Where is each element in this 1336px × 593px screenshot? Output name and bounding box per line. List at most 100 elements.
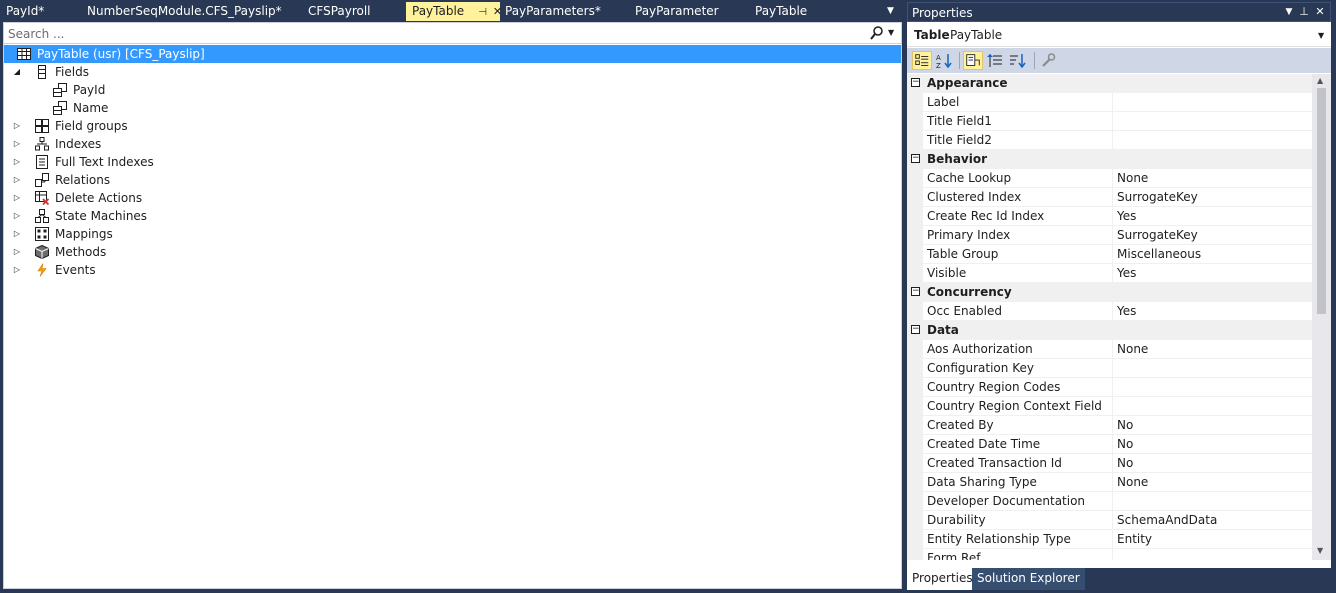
collapse-category-icon[interactable]: − xyxy=(911,78,920,87)
property-row[interactable]: Created Transaction Id No xyxy=(907,454,1312,473)
scrollbar-thumb[interactable] xyxy=(1317,88,1326,314)
property-row[interactable]: Create Rec Id Index Yes xyxy=(907,207,1312,226)
property-row[interactable]: Label xyxy=(907,93,1312,112)
alphabetical-icon[interactable]: A Z xyxy=(934,51,954,70)
delete-actions-icon xyxy=(35,191,49,205)
tree-node-methods[interactable]: ▷ Methods xyxy=(4,243,901,261)
tab-paytable[interactable]: PayTable xyxy=(749,2,807,21)
property-row[interactable]: Durability SchemaAndData xyxy=(907,511,1312,530)
collapse-category-icon[interactable]: − xyxy=(911,325,920,334)
property-grid-scrollbar[interactable]: ▲ ▼ xyxy=(1312,74,1331,560)
tree-node-relations[interactable]: ▷ Relations xyxy=(4,171,901,189)
wrench-icon[interactable] xyxy=(1038,51,1058,70)
document-tab-strip: PayId* NumberSeqModule.CFS_Payslip* CFSP… xyxy=(0,0,904,22)
expand-arrow-icon[interactable]: ▷ xyxy=(12,243,22,261)
tree-node-field-payid[interactable]: PayId xyxy=(4,81,901,99)
property-row[interactable]: Visible Yes xyxy=(907,264,1312,283)
tree-node-mappings[interactable]: ▷ Mappings xyxy=(4,225,901,243)
scroll-up-icon[interactable]: ▲ xyxy=(1317,76,1323,85)
property-row[interactable]: Table Group Miscellaneous xyxy=(907,245,1312,264)
expand-arrow-icon[interactable]: ▷ xyxy=(12,117,22,135)
collapse-arrow-icon[interactable]: ◢ xyxy=(12,63,22,81)
tab-payparameter[interactable]: PayParameter xyxy=(629,2,719,21)
scroll-down-icon[interactable]: ▼ xyxy=(1317,546,1323,555)
expand-all-icon[interactable] xyxy=(985,51,1005,70)
tab-properties[interactable]: Properties xyxy=(907,568,978,590)
properties-title-bar: Properties ▼ ⊥ ✕ xyxy=(907,2,1331,22)
search-options-dropdown-icon[interactable]: ▼ xyxy=(888,28,894,37)
svg-text:Z: Z xyxy=(936,62,941,70)
property-row[interactable]: Clustered Index SurrogateKey xyxy=(907,188,1312,207)
events-icon xyxy=(37,263,47,277)
property-row[interactable]: Occ Enabled Yes xyxy=(907,302,1312,321)
category-behavior[interactable]: − Behavior xyxy=(907,150,1312,169)
close-panel-icon[interactable]: ✕ xyxy=(1313,5,1327,18)
tab-overflow-dropdown-icon[interactable]: ▼ xyxy=(887,6,894,16)
expand-arrow-icon[interactable]: ▷ xyxy=(12,135,22,153)
panel-bottom-tabs: Properties Solution Explorer xyxy=(907,568,1331,590)
category-appearance[interactable]: − Appearance xyxy=(907,74,1312,93)
tab-payid[interactable]: PayId* xyxy=(0,2,44,21)
property-row[interactable]: Country Region Context Field xyxy=(907,397,1312,416)
property-row[interactable]: Primary Index SurrogateKey xyxy=(907,226,1312,245)
string-field-icon xyxy=(53,101,67,115)
property-row[interactable]: Configuration Key xyxy=(907,359,1312,378)
pin-icon[interactable]: ⊣ xyxy=(478,4,487,22)
property-row[interactable]: Aos Authorization None xyxy=(907,340,1312,359)
properties-view-icon[interactable] xyxy=(963,51,983,70)
property-row[interactable]: Developer Documentation xyxy=(907,492,1312,511)
sort-icon[interactable] xyxy=(1007,51,1027,70)
tree-node-field-groups[interactable]: ▷ Field groups xyxy=(4,117,901,135)
property-row[interactable]: Country Region Codes xyxy=(907,378,1312,397)
object-selector-dropdown-icon[interactable]: ▼ xyxy=(1318,31,1324,40)
property-row[interactable]: Cache Lookup None xyxy=(907,169,1312,188)
property-row[interactable]: Entity Relationship Type Entity xyxy=(907,530,1312,549)
property-grid: − Appearance Label Title Field1 Title Fi… xyxy=(907,74,1312,560)
expand-arrow-icon[interactable]: ▷ xyxy=(12,225,22,243)
tree-node-events[interactable]: ▷ Events xyxy=(4,261,901,279)
search-input[interactable] xyxy=(8,25,848,42)
svg-text:A: A xyxy=(936,54,941,62)
category-concurrency[interactable]: − Concurrency xyxy=(907,283,1312,302)
tree-node-fields[interactable]: ◢ Fields xyxy=(4,63,901,81)
category-data[interactable]: − Data xyxy=(907,321,1312,340)
tree-node-full-text-indexes[interactable]: ▷ Full Text Indexes xyxy=(4,153,901,171)
property-row[interactable]: Title Field2 xyxy=(907,131,1312,150)
expand-arrow-icon[interactable]: ▷ xyxy=(12,171,22,189)
auto-hide-pin-icon[interactable]: ⊥ xyxy=(1297,5,1311,18)
property-row[interactable]: Data Sharing Type None xyxy=(907,473,1312,492)
properties-toolbar: A Z xyxy=(907,48,1331,73)
tab-payparameters[interactable]: PayParameters* xyxy=(499,2,601,21)
table-designer: ▼ PayTable (usr) [CFS_Payslip] ◢ Fields xyxy=(3,22,902,589)
object-selector[interactable]: Table PayTable ▼ xyxy=(907,22,1331,47)
property-row[interactable]: Form Ref xyxy=(907,549,1312,560)
tree-node-state-machines[interactable]: ▷ State Machines xyxy=(4,207,901,225)
tree-node-delete-actions[interactable]: ▷ Delete Actions xyxy=(4,189,901,207)
object-type: Table xyxy=(914,28,950,42)
tree-node-indexes[interactable]: ▷ Indexes xyxy=(4,135,901,153)
tab-cfspayroll[interactable]: CFSPayroll xyxy=(302,2,371,21)
collapse-category-icon[interactable]: − xyxy=(911,154,920,163)
window-position-dropdown-icon[interactable]: ▼ xyxy=(1282,7,1296,17)
tree-root-node[interactable]: PayTable (usr) [CFS_Payslip] xyxy=(4,45,901,63)
object-name: PayTable xyxy=(950,28,1003,42)
search-icon[interactable] xyxy=(870,25,884,41)
indexes-icon xyxy=(35,137,49,151)
field-groups-icon xyxy=(35,119,49,133)
expand-arrow-icon[interactable]: ▷ xyxy=(12,261,22,279)
categorized-icon[interactable] xyxy=(912,51,932,70)
property-row[interactable]: Created Date Time No xyxy=(907,435,1312,454)
property-row[interactable]: Title Field1 xyxy=(907,112,1312,131)
full-text-indexes-icon xyxy=(36,155,48,169)
expand-arrow-icon[interactable]: ▷ xyxy=(12,153,22,171)
tab-solution-explorer[interactable]: Solution Explorer xyxy=(972,568,1085,590)
search-bar: ▼ xyxy=(4,23,901,44)
property-row[interactable]: Created By No xyxy=(907,416,1312,435)
expand-arrow-icon[interactable]: ▷ xyxy=(12,207,22,225)
collapse-category-icon[interactable]: − xyxy=(911,287,920,296)
tree-node-field-name[interactable]: Name xyxy=(4,99,901,117)
expand-arrow-icon[interactable]: ▷ xyxy=(12,189,22,207)
tab-paytable-active[interactable]: PayTable ⊣ ✕ xyxy=(406,2,502,22)
tab-numberseqmodule[interactable]: NumberSeqModule.CFS_Payslip* xyxy=(81,2,282,21)
properties-panel: Properties ▼ ⊥ ✕ Table PayTable ▼ A Z − … xyxy=(907,2,1331,590)
